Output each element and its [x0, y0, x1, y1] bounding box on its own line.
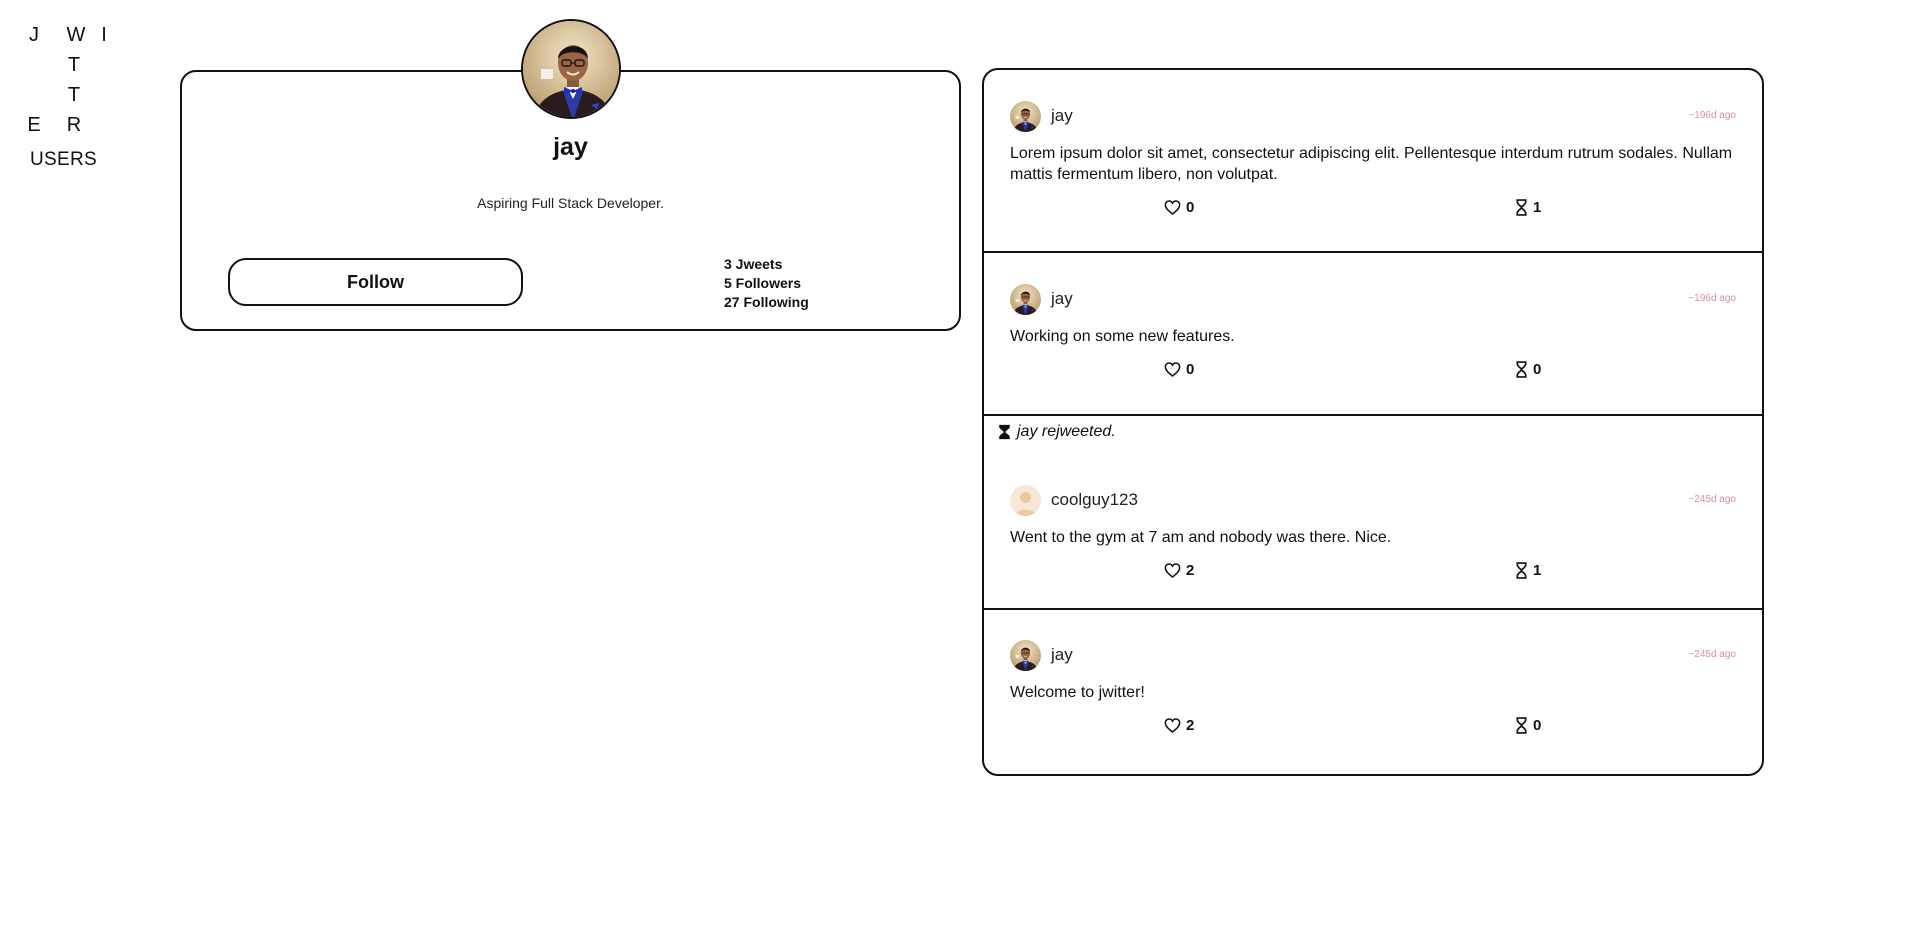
logo-letter: W: [66, 24, 86, 46]
jweet-text: Welcome to jwitter!: [1010, 684, 1145, 701]
rejweet-count: 0: [1533, 717, 1542, 734]
like-button[interactable]: 2: [1164, 717, 1194, 734]
jweets-count[interactable]: 3 Jweets: [724, 255, 809, 274]
jweet-timestamp: ~245d ago: [1688, 649, 1736, 660]
jweet-text: Lorem ipsum dolor sit amet, consectetur …: [1010, 145, 1733, 183]
jweet-text: Working on some new features.: [1010, 328, 1235, 345]
hourglass-icon: [1516, 717, 1527, 734]
like-button[interactable]: 0: [1164, 199, 1194, 216]
rejweet-button[interactable]: 1: [1515, 199, 1541, 216]
jweet-item[interactable]: jay rejweeted. coolguy123 ~245d ago Went…: [984, 416, 1762, 610]
jweet-username[interactable]: jay: [1051, 289, 1073, 309]
following-count[interactable]: 27 Following: [724, 293, 809, 312]
jweet-header: jay ~245d ago: [1010, 639, 1736, 671]
jweet-username[interactable]: jay: [1051, 645, 1073, 665]
jweet-timestamp: ~245d ago: [1688, 494, 1736, 505]
jweet-header: jay ~196d ago: [1010, 283, 1736, 315]
followers-count[interactable]: 5 Followers: [724, 274, 809, 293]
follow-button[interactable]: Follow: [228, 258, 523, 306]
hourglass-icon: [1516, 361, 1527, 378]
jwitter-logo[interactable]: J W I T T E R: [14, 10, 114, 136]
jweet-item[interactable]: jay ~245d ago Welcome to jwitter! 2 0: [984, 610, 1762, 774]
rejweet-button[interactable]: 0: [1515, 361, 1541, 378]
rejweet-count: 1: [1533, 199, 1542, 216]
logo-letter: T: [67, 84, 81, 106]
heart-icon: [1164, 563, 1181, 578]
like-button[interactable]: 0: [1164, 361, 1194, 378]
avatar[interactable]: [1010, 101, 1041, 132]
jweet-actions: 2 0: [1010, 717, 1736, 737]
rejweet-note: jay rejweeted.: [998, 422, 1736, 442]
avatar[interactable]: [1010, 640, 1041, 671]
rejweet-button[interactable]: 1: [1515, 562, 1541, 579]
jweet-feed: jay ~196d ago Lorem ipsum dolor sit amet…: [982, 68, 1764, 776]
jweet-actions: 0 0: [1010, 361, 1736, 381]
like-count: 0: [1186, 199, 1195, 216]
jweet-timestamp: ~196d ago: [1688, 293, 1736, 304]
profile-name: jay: [553, 133, 588, 161]
profile-stats: 3 Jweets 5 Followers 27 Following: [724, 255, 809, 312]
jweet-username[interactable]: coolguy123: [1051, 490, 1138, 510]
nav-users-link[interactable]: USERS: [30, 149, 97, 171]
hourglass-icon: [1516, 562, 1527, 579]
rejweet-count: 1: [1533, 562, 1542, 579]
jweet-header: coolguy123 ~245d ago: [1010, 484, 1736, 516]
jweet-item[interactable]: jay ~196d ago Working on some new featur…: [984, 253, 1762, 416]
like-count: 2: [1186, 562, 1195, 579]
avatar[interactable]: [1010, 284, 1041, 315]
logo-letter: T: [67, 54, 81, 76]
heart-icon: [1164, 718, 1181, 733]
jweet-header: jay ~196d ago: [1010, 100, 1736, 132]
like-count: 0: [1186, 361, 1195, 378]
profile-avatar: [521, 19, 621, 119]
jweet-timestamp: ~196d ago: [1688, 110, 1736, 121]
logo-letter: E: [27, 114, 41, 136]
profile-bio: Aspiring Full Stack Developer.: [477, 195, 664, 211]
jweet-text: Went to the gym at 7 am and nobody was t…: [1010, 529, 1392, 546]
rejweet-count: 0: [1533, 361, 1542, 378]
like-button[interactable]: 2: [1164, 562, 1194, 579]
jweet-username[interactable]: jay: [1051, 106, 1073, 126]
heart-icon: [1164, 362, 1181, 377]
logo-letter: J: [29, 24, 39, 46]
logo-letter: R: [66, 114, 82, 136]
rejweet-button[interactable]: 0: [1515, 717, 1541, 734]
hourglass-filled-icon: [999, 424, 1010, 440]
jweet-actions: 2 1: [1010, 562, 1736, 582]
avatar[interactable]: [1010, 485, 1041, 516]
heart-icon: [1164, 200, 1181, 215]
hourglass-icon: [1516, 199, 1527, 216]
jweet-actions: 0 1: [1010, 199, 1736, 219]
logo-letter: I: [101, 24, 107, 46]
jweet-item[interactable]: jay ~196d ago Lorem ipsum dolor sit amet…: [984, 70, 1762, 253]
rejweet-note-text: jay rejweeted.: [1017, 423, 1116, 440]
like-count: 2: [1186, 717, 1195, 734]
